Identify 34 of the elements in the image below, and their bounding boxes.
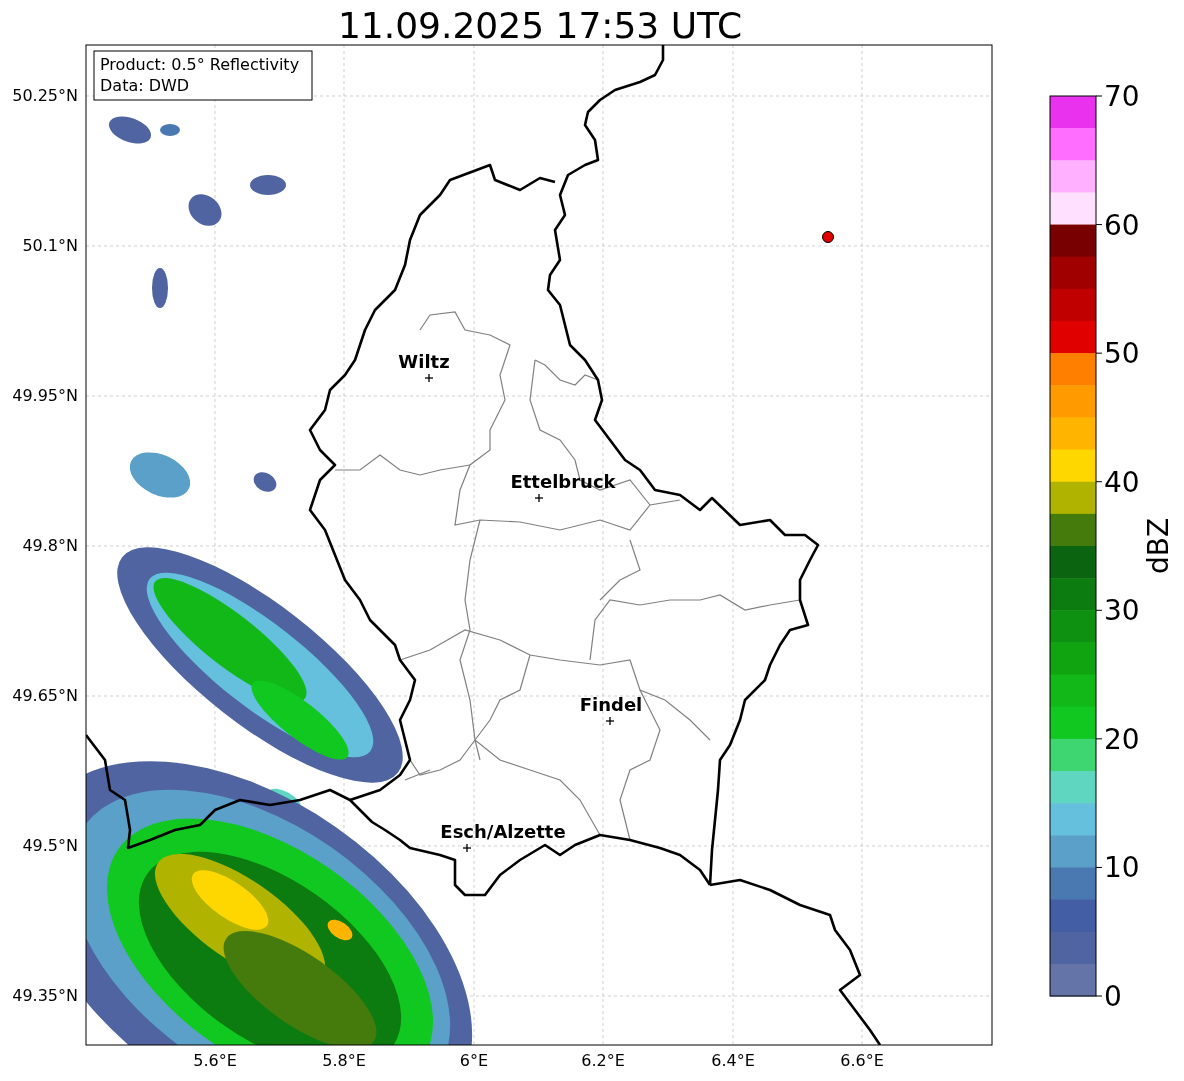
axis-tick-label: 49.5°N — [22, 836, 78, 855]
axis-tick-label: 6°E — [459, 1051, 489, 1070]
axis-tick-label: 5.6°E — [193, 1051, 237, 1070]
colorbar-tick-label: 60 — [1104, 208, 1140, 242]
colorbar-tick-label: 20 — [1104, 722, 1140, 756]
city-marker-icon — [534, 493, 544, 503]
axis-tick-label: 6.2°E — [581, 1051, 625, 1070]
colorbar-tick-label: 10 — [1104, 851, 1140, 885]
colorbar-tick-label: 30 — [1104, 594, 1140, 628]
colorbar-tick-label: 70 — [1104, 80, 1140, 113]
city-marker-icon — [605, 716, 615, 726]
legend-text: Product: 0.5° Reflectivity — [100, 55, 300, 74]
legend-text: Data: DWD — [100, 76, 190, 95]
axis-tick-label: 50.1°N — [22, 236, 78, 255]
colorbar-tick-label: 50 — [1104, 337, 1140, 371]
axis-tick-label: 50.25°N — [12, 86, 78, 105]
city-label: Findel — [579, 694, 643, 715]
axis-tick-label: 49.65°N — [12, 686, 78, 705]
location-marker-icon — [822, 231, 834, 243]
axis-tick-label: 6.6°E — [840, 1051, 884, 1070]
city-label: Esch/Alzette — [440, 821, 566, 842]
colorbar-tick-label: 0 — [1104, 980, 1122, 1013]
city-marker-icon — [462, 843, 472, 853]
axis-tick-label: 6.4°E — [711, 1051, 755, 1070]
chart-title: 11.09.2025 17:53 UTC — [337, 5, 743, 46]
axis-tick-label: 49.95°N — [12, 386, 78, 405]
city-marker-icon — [424, 373, 434, 383]
city-label: Ettelbruck — [510, 471, 616, 492]
city-label: Wiltz — [398, 351, 450, 372]
axis-tick-label: 49.8°N — [22, 536, 78, 555]
colorbar-label: dBZ — [1142, 517, 1175, 575]
axis-tick-label: 5.8°E — [322, 1051, 366, 1070]
axis-tick-label: 49.35°N — [12, 986, 78, 1005]
colorbar-tick-label: 40 — [1104, 465, 1140, 499]
